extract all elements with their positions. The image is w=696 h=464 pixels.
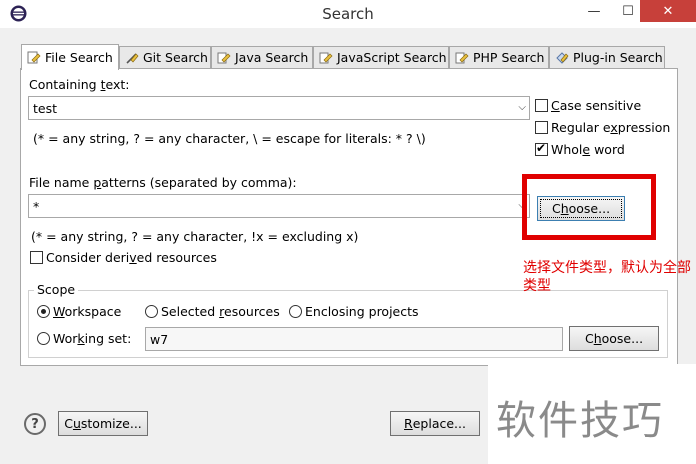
workspace-label: Workspace — [53, 304, 122, 319]
git-search-icon — [126, 52, 139, 64]
containing-text-input[interactable]: test ⌵ — [28, 96, 530, 120]
workspace-radio[interactable] — [37, 305, 50, 318]
file-name-patterns-value: * — [33, 199, 40, 214]
file-name-patterns-input[interactable]: * ⌵ — [28, 194, 530, 218]
working-set-field[interactable]: w7 — [145, 327, 563, 351]
choose-working-set-button[interactable]: Ch oose... — [569, 326, 659, 351]
consider-derived-label: Consider derived resources — [46, 250, 217, 265]
regular-expression-label: Regular expression — [551, 120, 671, 135]
tab-plugin-search[interactable]: Plug-in Search — [549, 46, 665, 68]
javascript-search-icon — [319, 52, 333, 63]
file-name-patterns-hint: (* = any string, ? = any character, !x =… — [31, 229, 359, 244]
annotation-highlight-box — [522, 174, 656, 240]
customize-button[interactable]: Cu stomize... — [58, 411, 148, 436]
consider-derived-checkbox[interactable] — [30, 251, 43, 264]
tab-label: PHP Search — [473, 50, 545, 65]
tab-label: JavaScript Search — [337, 50, 447, 65]
java-search-icon — [217, 52, 231, 63]
file-search-icon — [27, 51, 41, 63]
case-sensitive-checkbox[interactable] — [535, 99, 548, 112]
annotation-text: 选择文件类型，默认为全部类型 — [523, 260, 691, 294]
enclosing-projects-label: Enclosing projects — [305, 304, 419, 319]
close-button[interactable]: ✕ — [640, 0, 696, 22]
tab-label: File Search — [45, 50, 113, 65]
working-set-label: Working set: — [53, 331, 132, 346]
tab-php-search[interactable]: PHP Search — [449, 46, 549, 68]
selected-resources-label: Selected resources — [161, 304, 280, 319]
check-icon: ✔ — [536, 141, 547, 155]
scope-title: Scope — [34, 282, 79, 297]
php-search-icon — [455, 52, 469, 63]
plugin-search-icon — [556, 51, 569, 64]
containing-text-label: Containing text: — [29, 77, 130, 92]
chevron-down-icon[interactable]: ⌵ — [518, 102, 526, 113]
containing-text-hint: (* = any string, ? = any character, \ = … — [33, 131, 426, 146]
selected-resources-radio[interactable] — [145, 305, 158, 318]
replace-button[interactable]: Replace... — [390, 411, 480, 436]
file-name-patterns-label: File name patterns (separated by comma): — [29, 175, 297, 190]
working-set-radio[interactable] — [37, 332, 50, 345]
tab-java-search[interactable]: Java Search — [211, 46, 313, 68]
help-icon[interactable]: ? — [24, 413, 46, 435]
tab-file-search[interactable]: File Search — [21, 44, 119, 70]
whole-word-label: Whole word — [551, 142, 625, 157]
tab-javascript-search[interactable]: JavaScript Search — [313, 46, 449, 68]
title-bar: Search — ☐ ✕ — [0, 0, 696, 28]
watermark-text: 软件技巧 — [496, 398, 664, 444]
regular-expression-checkbox[interactable] — [535, 121, 548, 134]
tab-label: Java Search — [235, 50, 309, 65]
containing-text-value: test — [33, 101, 58, 116]
case-sensitive-label: Case sensitive — [551, 98, 642, 113]
radio-dot — [41, 309, 46, 314]
whole-word-checkbox[interactable]: ✔ — [535, 141, 548, 156]
tab-git-search[interactable]: Git Search — [119, 46, 211, 68]
tab-label: Plug-in Search — [573, 50, 663, 65]
tab-label: Git Search — [143, 50, 208, 65]
working-set-value: w7 — [150, 332, 169, 347]
enclosing-projects-radio[interactable] — [289, 305, 302, 318]
